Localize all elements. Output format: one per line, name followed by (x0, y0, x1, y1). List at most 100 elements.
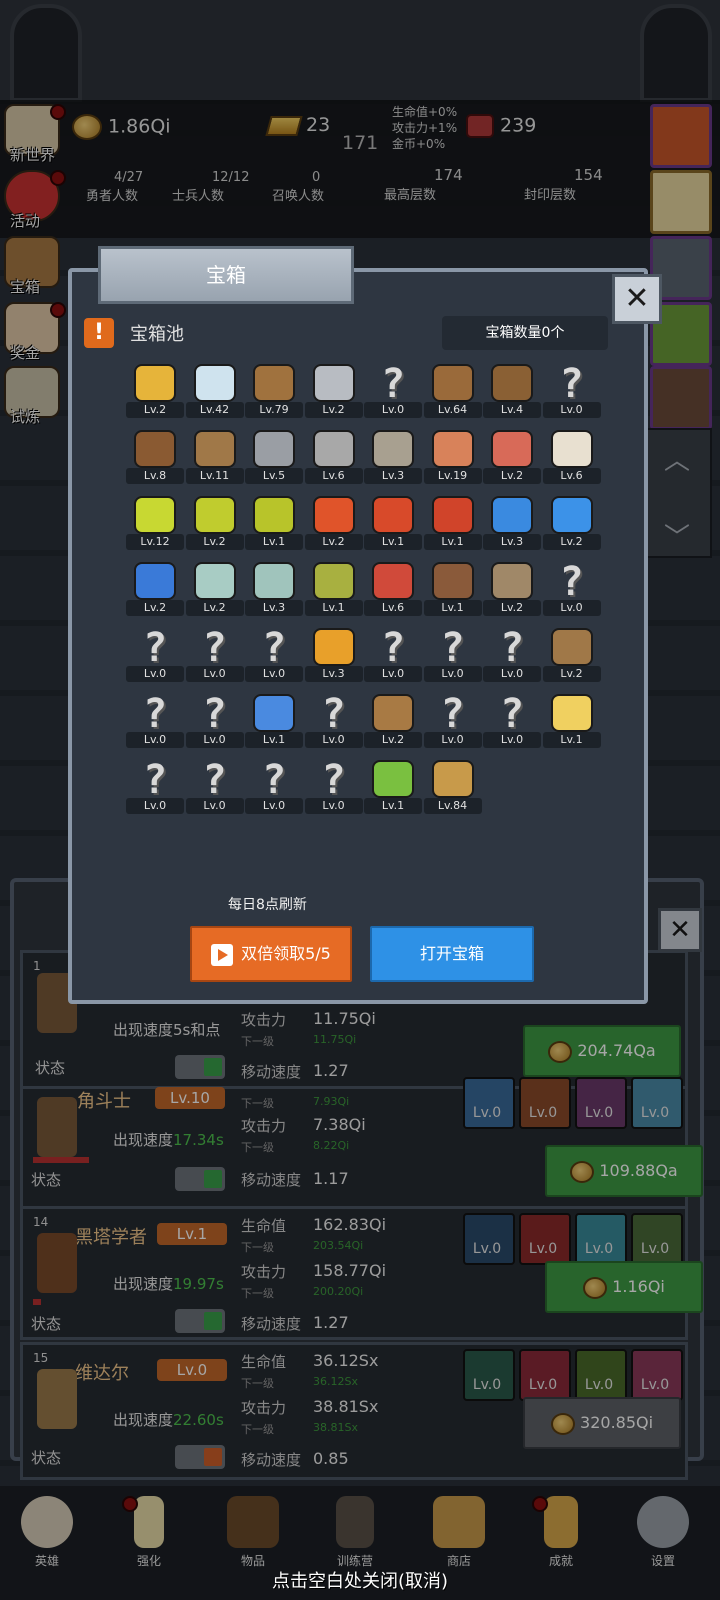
boot-icon (431, 562, 474, 600)
chest-item[interactable]: Lv.1 (542, 690, 601, 748)
torch-icon (312, 628, 355, 666)
chest-item[interactable]: Lv.3 (483, 492, 541, 550)
item-level: Lv.0 (364, 402, 422, 418)
item-level: Lv.3 (304, 666, 363, 682)
item-level: Lv.0 (304, 732, 363, 748)
item-level: Lv.6 (304, 468, 363, 484)
chest-item[interactable]: Lv.6 (304, 426, 363, 484)
chest-item[interactable]: Lv.3 (304, 624, 363, 682)
chest-item[interactable]: ? Lv.0 (185, 624, 244, 682)
chest-item[interactable]: Lv.3 (245, 558, 303, 616)
unknown-icon: ? (142, 691, 168, 737)
chest-item[interactable]: Lv.1 (364, 492, 422, 550)
chest-item[interactable]: Lv.4 (483, 360, 541, 418)
unknown-icon: ? (559, 559, 584, 605)
chest-item[interactable]: Lv.1 (423, 558, 482, 616)
rice-bowl-icon (550, 430, 593, 468)
item-level: Lv.0 (483, 732, 541, 748)
chest-item[interactable]: ? Lv.0 (245, 756, 303, 814)
empty-bottle-icon (253, 562, 295, 600)
red-potion-icon (372, 496, 414, 534)
chest-item[interactable]: ? Lv.0 (245, 624, 303, 682)
item-level: Lv.2 (483, 600, 541, 616)
item-level: Lv.0 (542, 600, 601, 616)
chest-item[interactable]: Lv.2 (126, 360, 184, 418)
chest-item[interactable]: Lv.19 (423, 426, 482, 484)
item-level: Lv.0 (245, 666, 303, 682)
chest-item[interactable]: ? Lv.0 (126, 690, 184, 748)
chest-item[interactable]: Lv.1 (245, 492, 303, 550)
item-level: Lv.1 (245, 534, 303, 550)
item-level: Lv.1 (423, 600, 482, 616)
chest-item[interactable]: Lv.1 (245, 690, 303, 748)
staff-icon (550, 628, 593, 666)
chest-item[interactable]: Lv.42 (185, 360, 244, 418)
chest-item[interactable]: ? Lv.0 (423, 624, 482, 682)
chest-item[interactable]: Lv.2 (483, 426, 541, 484)
chest-item[interactable]: Lv.2 (304, 492, 363, 550)
chest-item[interactable]: Lv.3 (364, 426, 422, 484)
chest-item[interactable]: Lv.64 (423, 360, 482, 418)
chest-item[interactable]: Lv.11 (185, 426, 244, 484)
chest-item[interactable]: Lv.6 (542, 426, 601, 484)
chest-item[interactable]: Lv.1 (364, 756, 422, 814)
unknown-icon: ? (142, 625, 168, 671)
open-chest-button[interactable]: 打开宝箱 (370, 926, 534, 982)
empty-bottle-icon (193, 562, 236, 600)
item-level: Lv.1 (245, 732, 303, 748)
unknown-icon: ? (440, 691, 465, 737)
unknown-icon: ? (202, 691, 227, 737)
chest-item[interactable]: Lv.2 (126, 558, 184, 616)
chest-item[interactable]: ? Lv.0 (126, 756, 184, 814)
chest-item[interactable]: Lv.2 (185, 492, 244, 550)
chest-item[interactable]: Lv.2 (483, 558, 541, 616)
blue-potion-icon (550, 496, 593, 534)
chest-item[interactable]: Lv.2 (542, 624, 601, 682)
modal-close-button[interactable]: ✕ (612, 274, 662, 324)
unknown-icon: ? (559, 361, 584, 407)
chest-item[interactable]: ? Lv.0 (364, 624, 422, 682)
chest-item[interactable]: Lv.8 (126, 426, 184, 484)
item-level: Lv.6 (364, 600, 422, 616)
item-level: Lv.3 (245, 600, 303, 616)
diamond-icon (193, 364, 236, 402)
chest-item[interactable]: Lv.2 (304, 360, 363, 418)
chest-item[interactable]: ? Lv.0 (542, 558, 601, 616)
chest-item[interactable]: ? Lv.0 (483, 690, 541, 748)
unknown-icon: ? (499, 691, 525, 737)
item-level: Lv.0 (423, 732, 482, 748)
chest-item[interactable]: ? Lv.0 (185, 690, 244, 748)
wine-bottle-icon (312, 562, 355, 600)
chest-item[interactable]: Lv.6 (364, 558, 422, 616)
chest-item[interactable]: ? Lv.0 (423, 690, 482, 748)
bag-icon (372, 694, 414, 732)
chest-item[interactable]: ? Lv.0 (542, 360, 601, 418)
chest-item[interactable]: Lv.2 (364, 690, 422, 748)
chest-item[interactable]: Lv.5 (245, 426, 303, 484)
warning-icon[interactable]: ! (84, 318, 114, 348)
chest-item[interactable]: ? Lv.0 (126, 624, 184, 682)
item-level: Lv.0 (126, 798, 184, 814)
chest-item[interactable]: Lv.12 (126, 492, 184, 550)
chest-item[interactable]: ? Lv.0 (364, 360, 422, 418)
chest-item[interactable]: ? Lv.0 (185, 756, 244, 814)
red-vial-icon (372, 562, 414, 600)
chest-item[interactable]: ? Lv.0 (304, 756, 363, 814)
blue-potion-icon (134, 562, 176, 600)
iron-sword-icon (312, 364, 355, 402)
chest-item[interactable]: Lv.84 (423, 756, 482, 814)
refresh-note: 每日8点刷新 (228, 897, 307, 913)
chest-item[interactable]: ? Lv.0 (304, 690, 363, 748)
chest-item[interactable]: ? Lv.0 (483, 624, 541, 682)
yellow-potion-icon (134, 496, 176, 534)
yellow-potion-icon (253, 496, 295, 534)
item-level: Lv.2 (542, 534, 601, 550)
chest-item[interactable]: Lv.1 (423, 492, 482, 550)
item-level: Lv.2 (304, 534, 363, 550)
double-claim-button[interactable]: 双倍领取5/5 (190, 926, 352, 982)
modal-title: 宝箱 (98, 246, 354, 304)
chest-item[interactable]: Lv.2 (185, 558, 244, 616)
chest-item[interactable]: Lv.1 (304, 558, 363, 616)
chest-item[interactable]: Lv.79 (245, 360, 303, 418)
chest-item[interactable]: Lv.2 (542, 492, 601, 550)
